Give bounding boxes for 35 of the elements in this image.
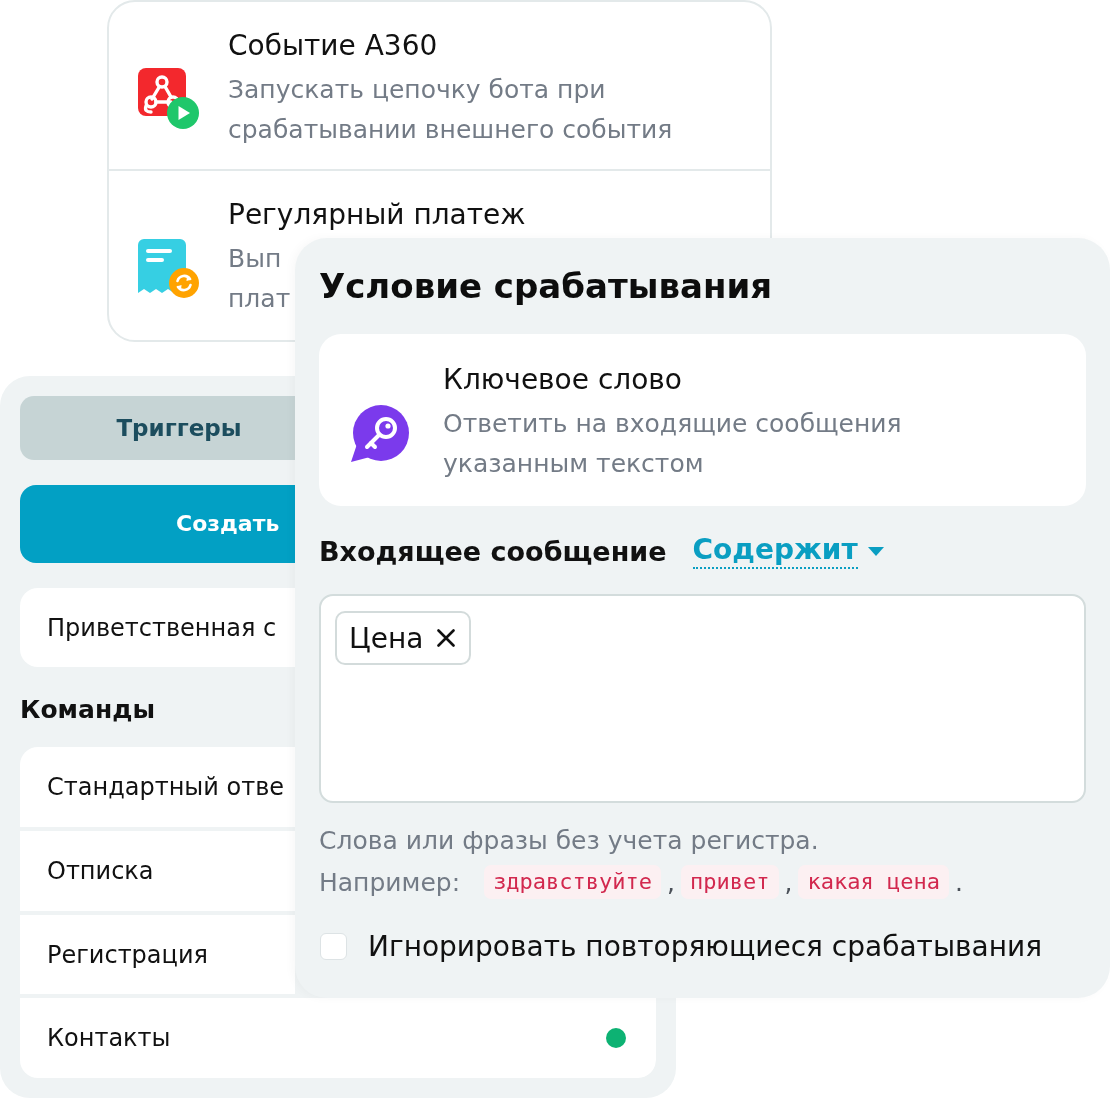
close-icon[interactable] [437,629,456,647]
hint-text: Слова или фразы без учета регистра. [319,825,819,857]
receipt-refresh-icon [138,238,200,299]
event-description: плат [228,283,291,315]
event-description: срабатывании внешнего события [228,114,673,146]
field-label: Входящее сообщение [319,535,667,567]
example-label: Например: [319,867,461,897]
code-sample: здравствуйте [484,865,662,899]
command-item[interactable]: Отписка [20,831,295,911]
punctuation: . [954,867,963,897]
key-bubble-icon [350,404,410,464]
tag-text: Цена [349,621,424,655]
event-title: Регулярный платеж [228,197,526,233]
keywords-field[interactable]: Цена [319,594,1086,803]
trigger-description: указанным текстом [443,448,704,480]
punctuation: , [784,867,793,897]
punctuation: , [667,867,676,897]
checkbox[interactable] [320,932,347,960]
webhook-play-icon [138,67,200,130]
trigger-description: Ответить на входящие сообщения [443,408,902,440]
command-item[interactable]: Контакты [20,998,656,1078]
code-sample: привет [681,865,779,899]
triggers-tab[interactable]: Триггеры [20,396,295,460]
caret-icon [867,546,884,556]
panel-title: Условие срабатывания [319,265,773,308]
section-heading: Команды [20,694,155,727]
trigger-item[interactable]: Приветственная с [20,587,295,668]
code-sample: какая цена [798,865,949,899]
event-description: Запускать цепочку бота при [228,74,606,106]
command-item[interactable]: Стандартный отве [20,747,295,827]
event-description: Вып [228,243,282,275]
trigger-title: Ключевое слово [443,362,682,398]
command-item[interactable]: Регистрация [20,914,295,995]
event-title: Событие А360 [228,28,438,64]
checkbox-label: Игнорировать повторяющиеся срабатывания [368,929,1043,963]
